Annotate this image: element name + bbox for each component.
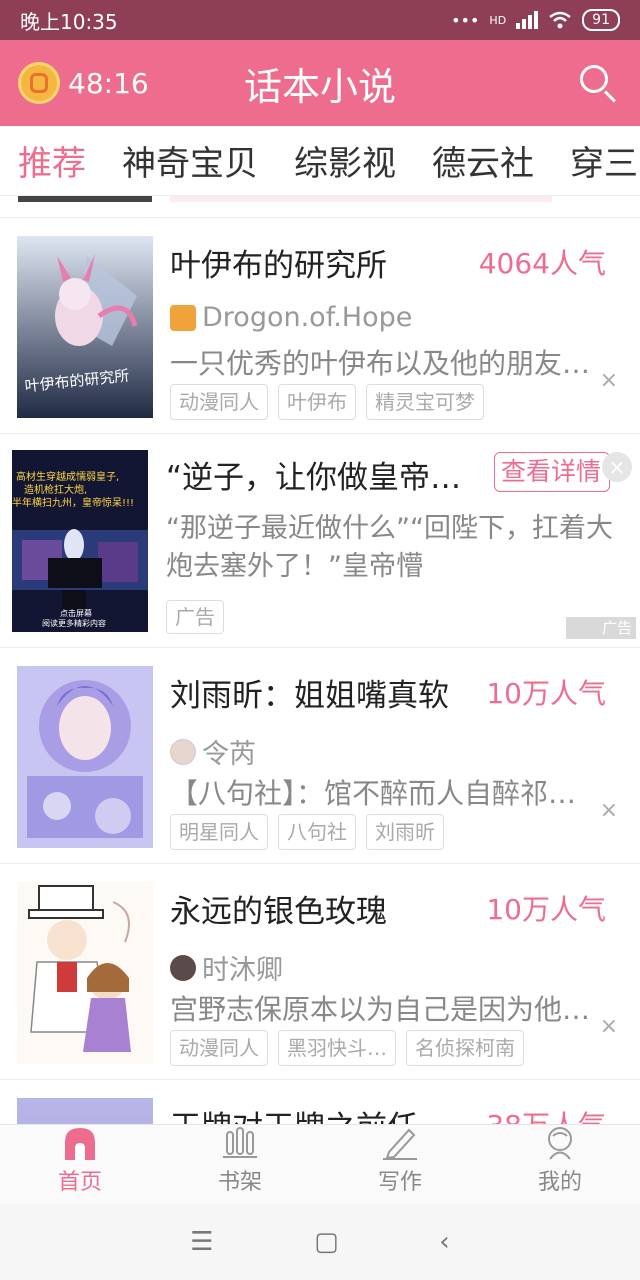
nav-label: 我的 xyxy=(537,1170,582,1195)
novel-description: 【八句社】：馆不醉而人自醉祁… xyxy=(170,777,577,810)
novel-description: 一只优秀的叶伊布以及他的朋友… xyxy=(170,347,591,380)
system-navigation: ☰ ▢ ‹ xyxy=(0,1204,640,1280)
nav-profile[interactable]: 我的 xyxy=(480,1125,640,1204)
idol-cover-image xyxy=(17,666,153,848)
author-row[interactable]: 时沐卿 xyxy=(170,948,283,987)
menu-icon[interactable]: ☰ xyxy=(190,1227,213,1257)
pen-icon xyxy=(383,1128,417,1160)
ad-label: 广告 xyxy=(166,600,224,634)
home-icon xyxy=(65,1128,95,1160)
author-name: 时沐卿 xyxy=(202,955,283,986)
tag[interactable]: 刘雨昕 xyxy=(366,814,444,850)
novel-card[interactable]: 王牌对王牌之前任 38万人气 xyxy=(0,1080,640,1124)
novel-title[interactable]: 刘雨昕：姐姐嘴真软 xyxy=(170,670,470,715)
tag[interactable]: 动漫同人 xyxy=(170,384,268,420)
reading-timer[interactable]: 48:16 xyxy=(18,62,149,104)
status-icons: ••• HD 91 xyxy=(451,9,620,31)
wifi-icon xyxy=(549,11,571,29)
ad-card[interactable]: 高材生穿越成懦弱皇子, 造机枪扛大炮, 半年横扫九州，皇帝惊呆!!! 点击屏幕 … xyxy=(0,434,640,648)
tag-list: 明星同人 八句社 刘雨昕 xyxy=(170,814,444,850)
signal-icon: HD xyxy=(489,13,507,27)
tag[interactable]: 名侦探柯南 xyxy=(406,1030,524,1066)
author-row[interactable]: 令芮 xyxy=(170,732,256,771)
anime-cover-image xyxy=(17,882,153,1064)
novel-title[interactable]: 王牌对王牌之前任 xyxy=(170,1102,470,1124)
alarm-coin-icon xyxy=(18,62,60,104)
home-button-icon[interactable]: ▢ xyxy=(314,1227,339,1257)
status-time: 晚上10:35 xyxy=(20,9,118,34)
timer-value: 48:16 xyxy=(68,66,149,100)
ad-cover-image: 高材生穿越成懦弱皇子, 造机枪扛大炮, 半年横扫九州，皇帝惊呆!!! 点击屏幕 … xyxy=(12,450,148,632)
ad-description: “那逆子最近做什么”“回陛下，扛着大炮去塞外了！”皇帝懵 xyxy=(166,513,613,582)
ad-cover[interactable]: 高材生穿越成懦弱皇子, 造机枪扛大炮, 半年横扫九州，皇帝惊呆!!! 点击屏幕 … xyxy=(12,450,148,632)
tab-deyunshe[interactable]: 德云社 xyxy=(414,136,552,185)
novel-cover[interactable]: 叶伊布的研究所 xyxy=(17,236,153,418)
novel-feed: 叶伊布的研究所 叶伊布的研究所 4064人气 Drogon.of.Hope 一只… xyxy=(0,196,640,1124)
signal-bars-icon xyxy=(516,11,539,29)
tag[interactable]: 黑羽快斗… xyxy=(278,1030,396,1066)
avatar xyxy=(170,954,196,981)
ad-close-icon[interactable]: × xyxy=(602,452,632,482)
popularity-count: 10万人气 xyxy=(486,893,606,926)
tab-pokemon[interactable]: 神奇宝贝 xyxy=(104,136,276,185)
nav-label: 写作 xyxy=(377,1170,422,1195)
svg-text:半年横扫九州，皇帝惊呆!!!: 半年横扫九州，皇帝惊呆!!! xyxy=(12,496,134,509)
ad-mark: 广告 xyxy=(566,617,636,639)
novel-cover[interactable] xyxy=(17,666,153,848)
popularity-count: 10万人气 xyxy=(486,677,606,710)
dots-icon: ••• xyxy=(451,10,480,30)
avatar xyxy=(170,738,196,765)
tag-list: 动漫同人 叶伊布 精灵宝可梦 xyxy=(170,384,484,420)
avatar xyxy=(170,304,196,331)
novel-description: 宫野志保原本以为自己是因为他… xyxy=(170,993,591,1026)
category-tabs: 推荐 神奇宝贝 综影视 德云社 穿三 xyxy=(0,126,640,196)
author-name: 令芮 xyxy=(202,739,256,770)
battery-icon: 91 xyxy=(582,9,620,31)
dismiss-icon[interactable]: × xyxy=(600,798,618,823)
nav-write[interactable]: 写作 xyxy=(320,1125,480,1204)
nav-home[interactable]: 首页 xyxy=(0,1125,160,1204)
dismiss-icon[interactable]: × xyxy=(600,1014,618,1039)
ad-title[interactable]: “逆子，让你做皇帝都… xyxy=(166,452,486,497)
svg-text:点击屏幕: 点击屏幕 xyxy=(60,608,92,618)
author-row[interactable]: Drogon.of.Hope xyxy=(170,302,412,333)
svg-text:高材生穿越成懦弱皇子,: 高材生穿越成懦弱皇子, xyxy=(16,470,119,483)
status-bar: 晚上10:35 ••• HD 91 xyxy=(0,0,640,40)
view-details-button[interactable]: 查看详情 xyxy=(494,452,610,492)
dismiss-icon[interactable]: × xyxy=(600,368,618,393)
tab-more[interactable]: 穿三 xyxy=(552,136,640,185)
nav-label: 书架 xyxy=(217,1170,262,1195)
tab-film-tv[interactable]: 综影视 xyxy=(276,136,414,185)
partial-previous-item xyxy=(0,196,640,218)
nav-label: 首页 xyxy=(57,1170,102,1195)
tag[interactable]: 精灵宝可梦 xyxy=(366,384,484,420)
tag[interactable]: 明星同人 xyxy=(170,814,268,850)
novel-card[interactable]: 叶伊布的研究所 叶伊布的研究所 4064人气 Drogon.of.Hope 一只… xyxy=(0,218,640,434)
profile-icon xyxy=(548,1127,572,1160)
bookshelf-icon xyxy=(223,1127,257,1158)
back-icon[interactable]: ‹ xyxy=(439,1227,449,1257)
svg-text:造机枪扛大炮,: 造机枪扛大炮, xyxy=(24,483,87,496)
bottom-navigation: 首页 书架 写作 我的 xyxy=(0,1124,640,1204)
novel-cover[interactable] xyxy=(17,1098,153,1124)
tag[interactable]: 动漫同人 xyxy=(170,1030,268,1066)
popularity-count: 4064人气 xyxy=(478,247,606,280)
svg-text:阅读更多精彩内容: 阅读更多精彩内容 xyxy=(42,618,106,628)
search-icon[interactable] xyxy=(574,59,622,107)
author-name: Drogon.of.Hope xyxy=(202,302,413,333)
novel-cover[interactable] xyxy=(17,882,153,1064)
tag-list: 动漫同人 黑羽快斗… 名侦探柯南 xyxy=(170,1030,524,1066)
app-bar: 48:16 话本小说 xyxy=(0,40,640,126)
novel-card[interactable]: 永远的银色玫瑰 10万人气 时沐卿 宫野志保原本以为自己是因为他… 动漫同人 黑… xyxy=(0,864,640,1080)
sylveon-cover-image: 叶伊布的研究所 xyxy=(17,236,153,418)
tag[interactable]: 叶伊布 xyxy=(278,384,356,420)
novel-card[interactable]: 刘雨昕：姐姐嘴真软 10万人气 令芮 【八句社】：馆不醉而人自醉祁… 明星同人 … xyxy=(0,648,640,864)
tab-recommend[interactable]: 推荐 xyxy=(0,136,104,185)
nav-bookshelf[interactable]: 书架 xyxy=(160,1125,320,1204)
popularity-count: 38万人气 xyxy=(486,1104,606,1124)
tag[interactable]: 八句社 xyxy=(278,814,356,850)
novel-title[interactable]: 叶伊布的研究所 xyxy=(170,240,470,285)
novel-title[interactable]: 永远的银色玫瑰 xyxy=(170,886,470,931)
